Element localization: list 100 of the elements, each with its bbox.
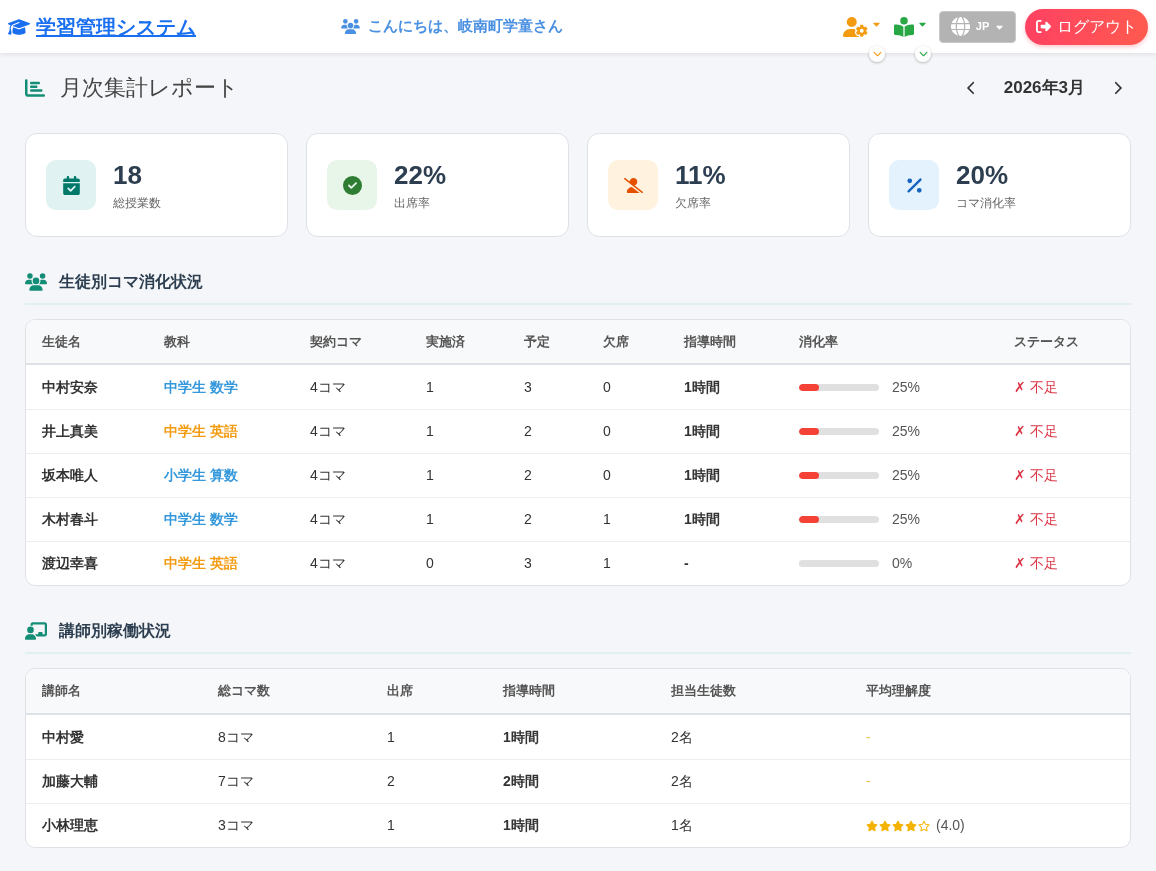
star-icon — [879, 819, 891, 832]
column-header: 出席 — [387, 682, 413, 701]
star-icon — [892, 819, 904, 832]
calendar-check-icon — [46, 160, 96, 210]
table-cell-text: 7コマ — [218, 772, 254, 791]
star-icon — [866, 819, 878, 832]
logout-button[interactable]: ログアウト — [1025, 8, 1148, 45]
column-header: 実施済 — [426, 332, 465, 351]
globe-icon — [950, 17, 970, 36]
table-cell-text: - — [684, 554, 689, 573]
stat-value: 11% — [675, 159, 726, 191]
graduation-cap-icon — [8, 17, 30, 36]
rating-text: (4.0) — [936, 816, 965, 835]
table-cell-text: 3 — [524, 377, 532, 397]
percent-text: 25% — [892, 422, 921, 441]
stat-value: 20% — [956, 159, 1010, 191]
table-cell-text: 1時間 — [503, 727, 539, 747]
table-cell-text: 1 — [387, 816, 395, 835]
stat-label: 欠席率 — [675, 195, 712, 211]
table-cell-text: 1 — [426, 466, 434, 485]
user-slash-icon — [608, 160, 658, 210]
rating-text: - — [866, 772, 871, 791]
table-cell-text: 2 — [524, 422, 532, 441]
percent-text: 25% — [892, 377, 921, 397]
table-cell-text: 加藤大輔 — [42, 772, 98, 791]
table-cell-text: 中村安奈 — [42, 377, 98, 397]
bar-chart-icon — [25, 78, 45, 98]
stat-value: 18 — [113, 159, 143, 191]
users-icon — [341, 19, 360, 34]
chalkboard-teacher-icon — [25, 622, 47, 640]
greeting-text: こんにちは、岐南町学童さん — [368, 16, 563, 37]
sign-out-icon — [1036, 19, 1051, 34]
column-header: 指導時間 — [684, 332, 736, 351]
table-cell-text: 2 — [524, 466, 532, 485]
stat-label: 総授業数 — [113, 195, 161, 211]
column-header: 契約コマ — [310, 332, 362, 351]
stat-label: コマ消化率 — [956, 195, 1016, 211]
subject-label: 中学生 数学 — [164, 377, 238, 397]
table-cell-text: 0 — [603, 422, 611, 441]
table-cell-text: 2 — [524, 510, 532, 529]
percent-text: 0% — [892, 554, 913, 573]
table-cell-text: 1時間 — [503, 816, 539, 835]
month-label: 2026年3月 — [1002, 77, 1086, 100]
subject-label: 中学生 英語 — [164, 422, 238, 441]
language-button[interactable]: JP — [939, 10, 1016, 43]
percent-text: 25% — [892, 466, 921, 485]
table-cell-text: 小林理恵 — [42, 816, 98, 835]
column-header: 総コマ数 — [218, 682, 270, 701]
table-cell-text: 2 — [387, 772, 395, 791]
status-text: ✗ 不足 — [1014, 422, 1058, 441]
column-header: 予定 — [524, 332, 550, 351]
table-cell-text: 坂本唯人 — [42, 466, 98, 485]
column-header: 欠席 — [603, 332, 629, 351]
page-title: 月次集計レポート — [60, 77, 239, 99]
table-cell-text: 1名 — [671, 816, 693, 835]
table-cell-text: 2名 — [671, 727, 693, 747]
table-cell-text: 4コマ — [310, 510, 346, 529]
table-cell-text: 8コマ — [218, 727, 254, 747]
column-header: 教科 — [164, 332, 190, 351]
table-cell-text: 3コマ — [218, 816, 254, 835]
subject-label: 中学生 英語 — [164, 554, 238, 573]
table-cell-text: 4コマ — [310, 377, 346, 397]
table-cell-text: 1時間 — [684, 510, 720, 529]
table-cell-text: 1 — [426, 510, 434, 529]
star-icon — [905, 819, 917, 832]
subject-label: 小学生 算数 — [164, 466, 238, 485]
column-header: ステータス — [1014, 332, 1079, 351]
table-cell-text: 1 — [387, 727, 395, 747]
table-cell-text: 0 — [603, 377, 611, 397]
book-reader-icon — [894, 16, 914, 37]
table-cell-text: 4コマ — [310, 422, 346, 441]
stat-label: 出席率 — [394, 195, 431, 211]
column-header: 指導時間 — [503, 682, 555, 701]
column-header: 平均理解度 — [866, 682, 931, 701]
table-cell-text: 木村春斗 — [42, 510, 98, 529]
subject-label: 中学生 数学 — [164, 510, 238, 529]
percent-text: 25% — [892, 510, 921, 529]
status-text: ✗ 不足 — [1014, 377, 1058, 397]
table-cell-text: 3 — [524, 554, 532, 573]
table-cell-text: 2名 — [671, 772, 693, 791]
status-text: ✗ 不足 — [1014, 466, 1058, 485]
percent-icon — [889, 160, 939, 210]
table-cell-text: 4コマ — [310, 466, 346, 485]
table-cell-text: 1 — [426, 377, 434, 397]
status-text: ✗ 不足 — [1014, 510, 1058, 529]
users-icon — [25, 273, 47, 291]
stat-value: 22% — [394, 159, 447, 191]
section-title: 講師別稼働状況 — [59, 621, 171, 641]
table-cell-text: 井上真美 — [42, 422, 98, 441]
table-cell-text: 中村愛 — [42, 727, 84, 747]
section-title: 生徒別コマ消化状況 — [59, 272, 203, 292]
table-cell-text: 1時間 — [684, 466, 720, 485]
table-cell-text: 2時間 — [503, 772, 539, 791]
table-cell-text: 渡辺幸喜 — [42, 554, 98, 573]
table-cell-text: 4コマ — [310, 554, 346, 573]
table-cell-text: 1時間 — [684, 422, 720, 441]
table-cell-text: 1 — [603, 554, 611, 573]
column-header: 生徒名 — [42, 332, 81, 351]
star-outline-icon — [918, 819, 930, 832]
table-cell-text: 1 — [426, 422, 434, 441]
